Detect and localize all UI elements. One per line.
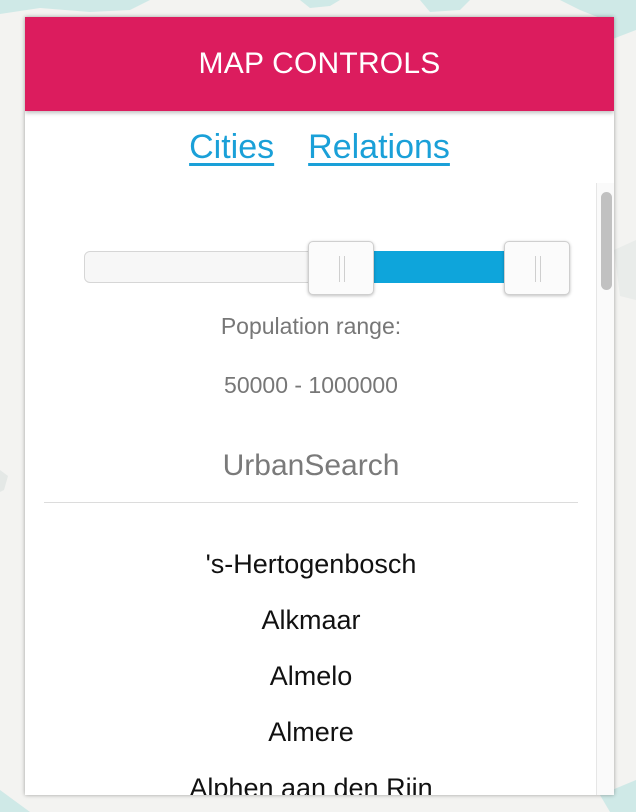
data-source-name: UrbanSearch bbox=[222, 449, 400, 482]
city-list: 's-Hertogenbosch Alkmaar Almelo Almere Alphe… bbox=[25, 538, 597, 795]
city-list-item[interactable]: Alphen aan den Rijn bbox=[25, 762, 597, 795]
tab-bar: Cities Relations bbox=[25, 111, 614, 183]
divider bbox=[44, 502, 578, 503]
tab-cities[interactable]: Cities bbox=[189, 128, 274, 167]
scrollbar-thumb[interactable] bbox=[601, 192, 612, 290]
population-range-value: 50000 - 1000000 bbox=[224, 372, 398, 398]
city-list-item[interactable]: Almere bbox=[25, 706, 597, 762]
panel-header: MAP CONTROLS bbox=[25, 17, 614, 111]
panel-title: MAP CONTROLS bbox=[198, 47, 441, 80]
scrollbar[interactable] bbox=[596, 183, 614, 795]
map-controls-panel: MAP CONTROLS Cities Relations Population… bbox=[25, 17, 614, 795]
city-list-item[interactable]: Almelo bbox=[25, 650, 597, 706]
slider-max-handle[interactable] bbox=[504, 241, 570, 295]
slider-min-handle[interactable] bbox=[308, 241, 374, 295]
population-range-label: Population range: bbox=[220, 313, 402, 339]
tab-relations[interactable]: Relations bbox=[308, 128, 450, 167]
slider-selected-range bbox=[374, 251, 504, 283]
city-list-item[interactable]: Alkmaar bbox=[25, 594, 597, 650]
cities-content: Population range: 50000 - 1000000 UrbanS… bbox=[25, 183, 597, 795]
population-range-slider[interactable] bbox=[84, 233, 572, 295]
city-list-item[interactable]: 's-Hertogenbosch bbox=[25, 538, 597, 594]
